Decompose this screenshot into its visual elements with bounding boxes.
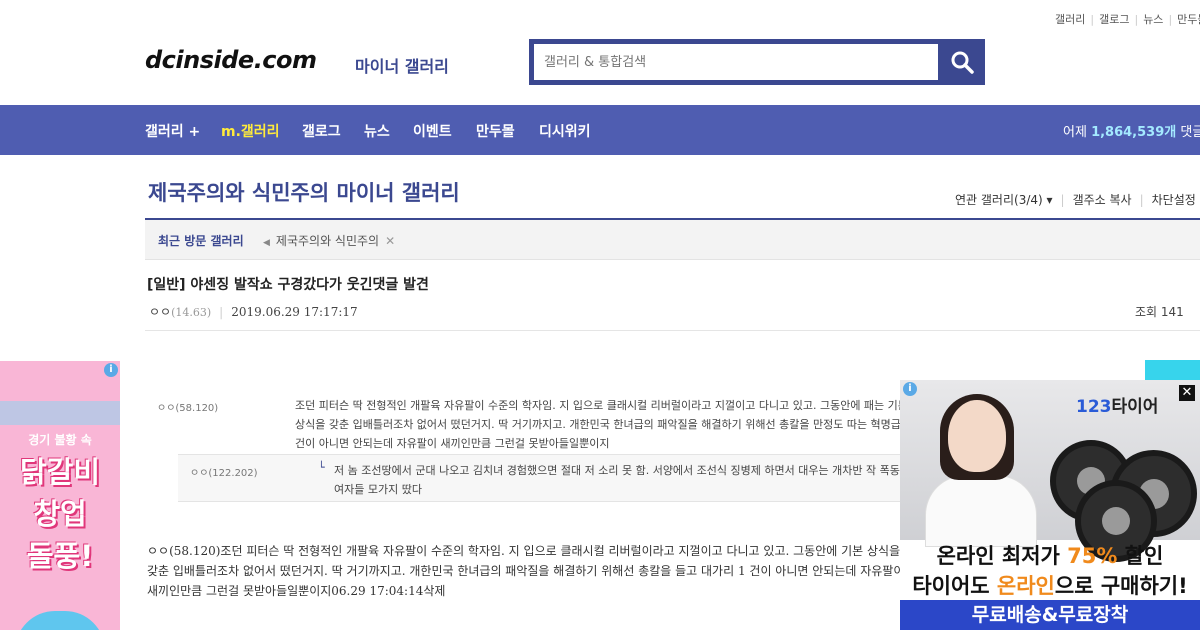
site-logo[interactable]: dcinside.com [145,46,317,74]
gallery-title[interactable]: 제국주의와 식민주의 마이너 갤러리 [148,177,460,207]
post-meta: ㅇㅇ(14.63) | 2019.06.29 17:17:17 [149,305,358,319]
block-settings-button[interactable]: 차단설정 [1152,193,1196,207]
ad-brand: 123타이어 [1076,397,1159,417]
nav-item-wiki[interactable]: 디시위키 [539,121,591,141]
right-ad-line1: 온라인 최저가 75% 할인 [936,544,1164,568]
post-date: 2019.06.29 17:17:17 [231,305,358,319]
nav-item-gallery[interactable]: 갤러리 + [145,121,200,141]
search-input[interactable] [534,44,938,80]
post-title: [일반] 야센징 발작쇼 구경갔다가 웃긴댓글 발견 [147,277,429,293]
nav-item-news[interactable]: 뉴스 [364,121,390,141]
post-body-text: ㅇㅇ(58.120)조던 피터슨 딱 전형적인 개팔육 자유팔이 수준의 학자임… [147,544,905,598]
top-utility-links: 갤러리|갤로그|뉴스|만두몰 [1055,11,1200,27]
copy-address-button[interactable]: 갤주소 복사 [1073,193,1132,207]
recent-visited-bar: 최근 방문 갤러리 ◀ 제국주의와 식민주의 ✕ [145,220,1200,260]
comment-count-value: 1,864,539개 [1091,125,1177,140]
left-ad-line1: 경기 불황 속 [28,433,92,447]
top-link-gallog[interactable]: 갤로그 [1099,13,1129,26]
left-ad-line3: 창업 [33,497,87,531]
nav-item-gallog[interactable]: 갤로그 [302,121,341,141]
model-figure [925,475,1037,547]
top-link-gallery[interactable]: 갤러리 [1055,13,1085,26]
post-header-divider [145,330,1200,331]
quoted-comment-author: ㅇㅇ(58.120) [157,403,219,414]
top-link-mall[interactable]: 만두몰 [1177,13,1200,26]
logo-subtitle[interactable]: 마이너 갤러리 [355,53,449,77]
ad-wave-decoration [0,401,120,425]
search-icon [951,51,974,74]
recent-visited-label: 최근 방문 갤러리 [158,234,244,248]
main-nav: 갤러리 + m.갤러리 갤로그 뉴스 이벤트 만두몰 디시위키 어제 1,864… [0,105,1200,155]
quoted-reply-author: ㅇㅇ(122.202) [190,468,258,479]
left-ad-line2: 닭갈비 [19,455,101,489]
reply-arrow-icon: └ [318,461,325,474]
chevron-left-icon[interactable]: ◀ [263,238,270,248]
related-gallery-button[interactable]: 연관 갤러리(3/4) ▾ [955,193,1053,207]
top-link-news[interactable]: 뉴스 [1143,13,1163,26]
post-views: 조회 141 [1135,305,1184,319]
recent-visited-item[interactable]: ◀ 제국주의와 식민주의 ✕ [263,232,395,249]
post-author-ip: (14.63) [171,306,212,319]
right-ad-banner[interactable]: i ✕ 123타이어 온라인 최저가 75% 할인 타이어도 온라인으로 구매하… [900,380,1200,630]
ad-decoration [15,611,105,630]
search-button[interactable] [943,44,980,80]
quoted-comment-text: 조던 피터슨 딱 전형적인 개팔육 자유팔이 수준의 학자임. 지 입으로 클래… [295,399,915,450]
nav-item-mall[interactable]: 만두몰 [476,121,515,141]
close-icon[interactable]: ✕ [385,234,395,248]
comment-count-stat: 어제 1,864,539개 댓글 [1063,125,1200,140]
right-ad-line2: 타이어도 온라인으로 구매하기! [912,574,1188,598]
gallery-tools: 연관 갤러리(3/4) ▾ | 갤주소 복사 | 차단설정 [955,193,1196,207]
right-ad-footer[interactable]: 무료배송&무료장착 [900,600,1200,630]
ad-info-icon[interactable]: i [104,363,118,377]
model-face [948,400,1006,472]
post-author[interactable]: ㅇㅇ [149,305,171,319]
side-banner-edge [1145,360,1200,380]
search-bar [529,39,985,85]
left-ad-line4: 돌풍! [26,539,94,573]
close-icon[interactable]: ✕ [1179,385,1195,401]
nav-item-m-gallery[interactable]: m.갤러리 [221,121,280,141]
ad-info-icon[interactable]: i [903,382,917,396]
quoted-reply-box: ㅇㅇ(122.202) └ 저 놈 조선땅에서 군대 나오고 김치녀 경험했으면… [178,454,928,502]
quoted-reply-text: 저 놈 조선땅에서 군대 나오고 김치녀 경험했으면 절대 저 소리 못 함. … [334,464,921,496]
nav-item-event[interactable]: 이벤트 [413,121,452,141]
left-ad-banner[interactable]: i 경기 불황 속 닭갈비 창업 돌풍! [0,361,120,630]
